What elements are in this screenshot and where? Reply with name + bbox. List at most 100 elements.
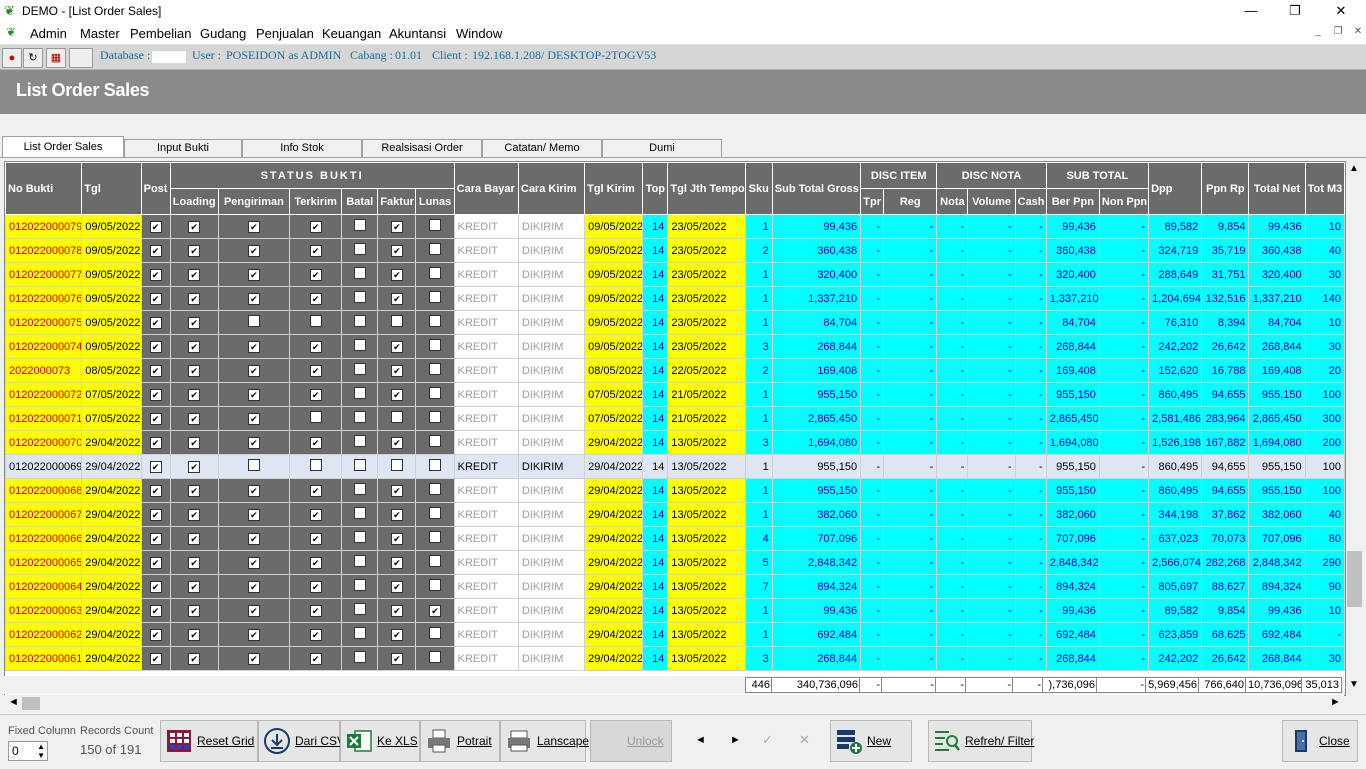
col-tot-m3[interactable]: Tot M3 — [1304, 162, 1345, 215]
stepper-arrows-icon[interactable]: ▲ ▼ — [37, 742, 45, 760]
lunas-checkbox[interactable] — [429, 627, 442, 639]
faktur-checkbox[interactable]: ✔ — [390, 340, 403, 353]
col-volume[interactable]: Volume — [967, 188, 1016, 215]
faktur-checkbox[interactable]: ✔ — [390, 604, 403, 617]
minimize-button[interactable]: — — [1228, 0, 1274, 22]
terkirim-checkbox[interactable]: ✔ — [309, 532, 322, 545]
pengiriman-checkbox[interactable]: ✔ — [247, 292, 260, 305]
menu-gudang[interactable]: Gudang — [200, 26, 246, 41]
post-checkbox[interactable]: ✔ — [149, 364, 162, 377]
loading-checkbox[interactable]: ✔ — [188, 436, 201, 449]
blank-tool-button[interactable] — [69, 48, 93, 68]
mdi-restore-button[interactable]: ❐ — [1329, 26, 1347, 37]
pengiriman-checkbox[interactable]: ✔ — [247, 628, 260, 641]
post-checkbox[interactable]: ✔ — [149, 292, 162, 305]
loading-checkbox[interactable]: ✔ — [188, 484, 201, 497]
pengiriman-checkbox[interactable]: ✔ — [247, 532, 260, 545]
pengiriman-checkbox[interactable]: ✔ — [247, 364, 260, 377]
potrait-button[interactable]: Potrait — [420, 720, 500, 762]
col-non-ppn[interactable]: Non Ppn — [1098, 188, 1150, 215]
post-checkbox[interactable]: ✔ — [149, 484, 162, 497]
refresh-filter-button[interactable]: Refreh/ Filter — [928, 720, 1034, 762]
scroll-left-icon[interactable]: ◄ — [8, 696, 19, 708]
lunas-checkbox[interactable] — [429, 315, 442, 327]
table-row[interactable]: 012022000062 29/04/2022 ✔ ✔ ✔ ✔ ✔ KREDIT DIKIRIM… — [5, 622, 1345, 647]
menu-keuangan[interactable]: Keuangan — [322, 26, 381, 41]
lunas-checkbox[interactable] — [429, 387, 442, 399]
col-tgl-kirim[interactable]: Tgl Kirim — [584, 162, 644, 215]
faktur-checkbox[interactable]: ✔ — [390, 508, 403, 521]
faktur-checkbox[interactable]: ✔ — [390, 484, 403, 497]
col-tgl-jth-tempo[interactable]: Tgl Jth Tempo — [667, 162, 746, 215]
col-cash[interactable]: Cash — [1014, 188, 1047, 215]
loading-checkbox[interactable]: ✔ — [188, 412, 201, 425]
mdi-minimize-button[interactable]: _ — [1309, 26, 1327, 37]
tab-info-stok[interactable]: Info Stok — [242, 139, 362, 157]
col-ber-ppn[interactable]: Ber Ppn — [1045, 188, 1100, 215]
col-tpr[interactable]: Tpr — [860, 188, 885, 215]
terkirim-checkbox[interactable]: ✔ — [309, 292, 322, 305]
col-sub-total-gross[interactable]: Sub Total Gross — [771, 162, 862, 215]
faktur-checkbox[interactable]: ✔ — [390, 388, 403, 401]
batal-checkbox[interactable] — [353, 243, 366, 255]
col-ppn-rp[interactable]: Ppn Rp — [1201, 162, 1250, 215]
col-reg[interactable]: Reg — [883, 188, 938, 215]
col-dpp[interactable]: Dpp — [1148, 162, 1203, 215]
loading-checkbox[interactable]: ✔ — [188, 580, 201, 593]
loading-checkbox[interactable]: ✔ — [188, 244, 201, 257]
lunas-checkbox[interactable] — [429, 651, 442, 663]
lanscape-button[interactable]: Lanscape — [500, 720, 589, 762]
col-total-net[interactable]: Total Net — [1248, 162, 1306, 215]
lunas-checkbox[interactable] — [429, 435, 442, 447]
col-post[interactable]: Post — [140, 162, 171, 215]
terkirim-checkbox[interactable] — [309, 411, 322, 423]
batal-checkbox[interactable] — [353, 435, 366, 447]
order-grid[interactable]: No Bukti Tgl Post STATUS BUKTI Cara Baya… — [4, 161, 1346, 696]
table-row[interactable]: 012022000068 29/04/2022 ✔ ✔ ✔ ✔ ✔ KREDIT DIKIRIM… — [5, 478, 1345, 503]
loading-checkbox[interactable]: ✔ — [188, 460, 201, 473]
vertical-scroll-thumb[interactable] — [1347, 551, 1362, 607]
batal-checkbox[interactable] — [353, 411, 366, 423]
faktur-checkbox[interactable]: ✔ — [390, 532, 403, 545]
table-row[interactable]: 012022000070 29/04/2022 ✔ ✔ ✔ ✔ ✔ KREDIT DIKIRIM… — [5, 430, 1345, 455]
batal-checkbox[interactable] — [353, 603, 366, 615]
terkirim-checkbox[interactable] — [309, 459, 322, 471]
batal-checkbox[interactable] — [353, 651, 366, 663]
batal-checkbox[interactable] — [353, 387, 366, 399]
pengiriman-checkbox[interactable]: ✔ — [247, 340, 260, 353]
close-window-button[interactable]: ✕ — [1318, 0, 1364, 22]
col-top[interactable]: Top — [642, 162, 669, 215]
terkirim-checkbox[interactable]: ✔ — [309, 388, 322, 401]
lunas-checkbox[interactable] — [429, 579, 442, 591]
batal-checkbox[interactable] — [353, 459, 366, 471]
post-checkbox[interactable]: ✔ — [149, 244, 162, 257]
post-checkbox[interactable]: ✔ — [149, 460, 162, 473]
mdi-close-button[interactable]: ✕ — [1349, 26, 1366, 37]
terkirim-checkbox[interactable]: ✔ — [309, 364, 322, 377]
col-pengiriman[interactable]: Pengiriman — [217, 188, 291, 215]
terkirim-checkbox[interactable]: ✔ — [309, 244, 322, 257]
batal-checkbox[interactable] — [353, 291, 366, 303]
unlock-button[interactable]: Unlock — [590, 720, 672, 762]
menu-pembelian[interactable]: Pembelian — [130, 26, 191, 41]
next-arrow-icon[interactable]: ► — [730, 734, 741, 746]
loading-checkbox[interactable]: ✔ — [188, 652, 201, 665]
pengiriman-checkbox[interactable]: ✔ — [247, 268, 260, 281]
table-row[interactable]: 012022000077 09/05/2022 ✔ ✔ ✔ ✔ ✔ KREDIT DIKIRIM… — [5, 262, 1345, 287]
lunas-checkbox[interactable] — [429, 267, 442, 279]
table-row[interactable]: 012022000079 09/05/2022 ✔ ✔ ✔ ✔ ✔ KREDIT DIKIRIM… — [5, 214, 1345, 239]
faktur-checkbox[interactable]: ✔ — [390, 628, 403, 641]
post-checkbox[interactable]: ✔ — [149, 388, 162, 401]
pengiriman-checkbox[interactable]: ✔ — [247, 244, 260, 257]
pengiriman-checkbox[interactable]: ✔ — [247, 220, 260, 233]
lunas-checkbox[interactable] — [429, 507, 442, 519]
terkirim-checkbox[interactable]: ✔ — [309, 604, 322, 617]
calendar-icon[interactable]: ▦ — [46, 48, 66, 68]
table-row[interactable]: 012022000078 09/05/2022 ✔ ✔ ✔ ✔ ✔ KREDIT DIKIRIM… — [5, 238, 1345, 263]
terkirim-checkbox[interactable]: ✔ — [309, 220, 322, 233]
pengiriman-checkbox[interactable]: ✔ — [247, 436, 260, 449]
lunas-checkbox[interactable] — [429, 459, 442, 471]
pengiriman-checkbox[interactable]: ✔ — [247, 652, 260, 665]
lunas-checkbox[interactable] — [429, 411, 442, 423]
loading-checkbox[interactable]: ✔ — [188, 556, 201, 569]
